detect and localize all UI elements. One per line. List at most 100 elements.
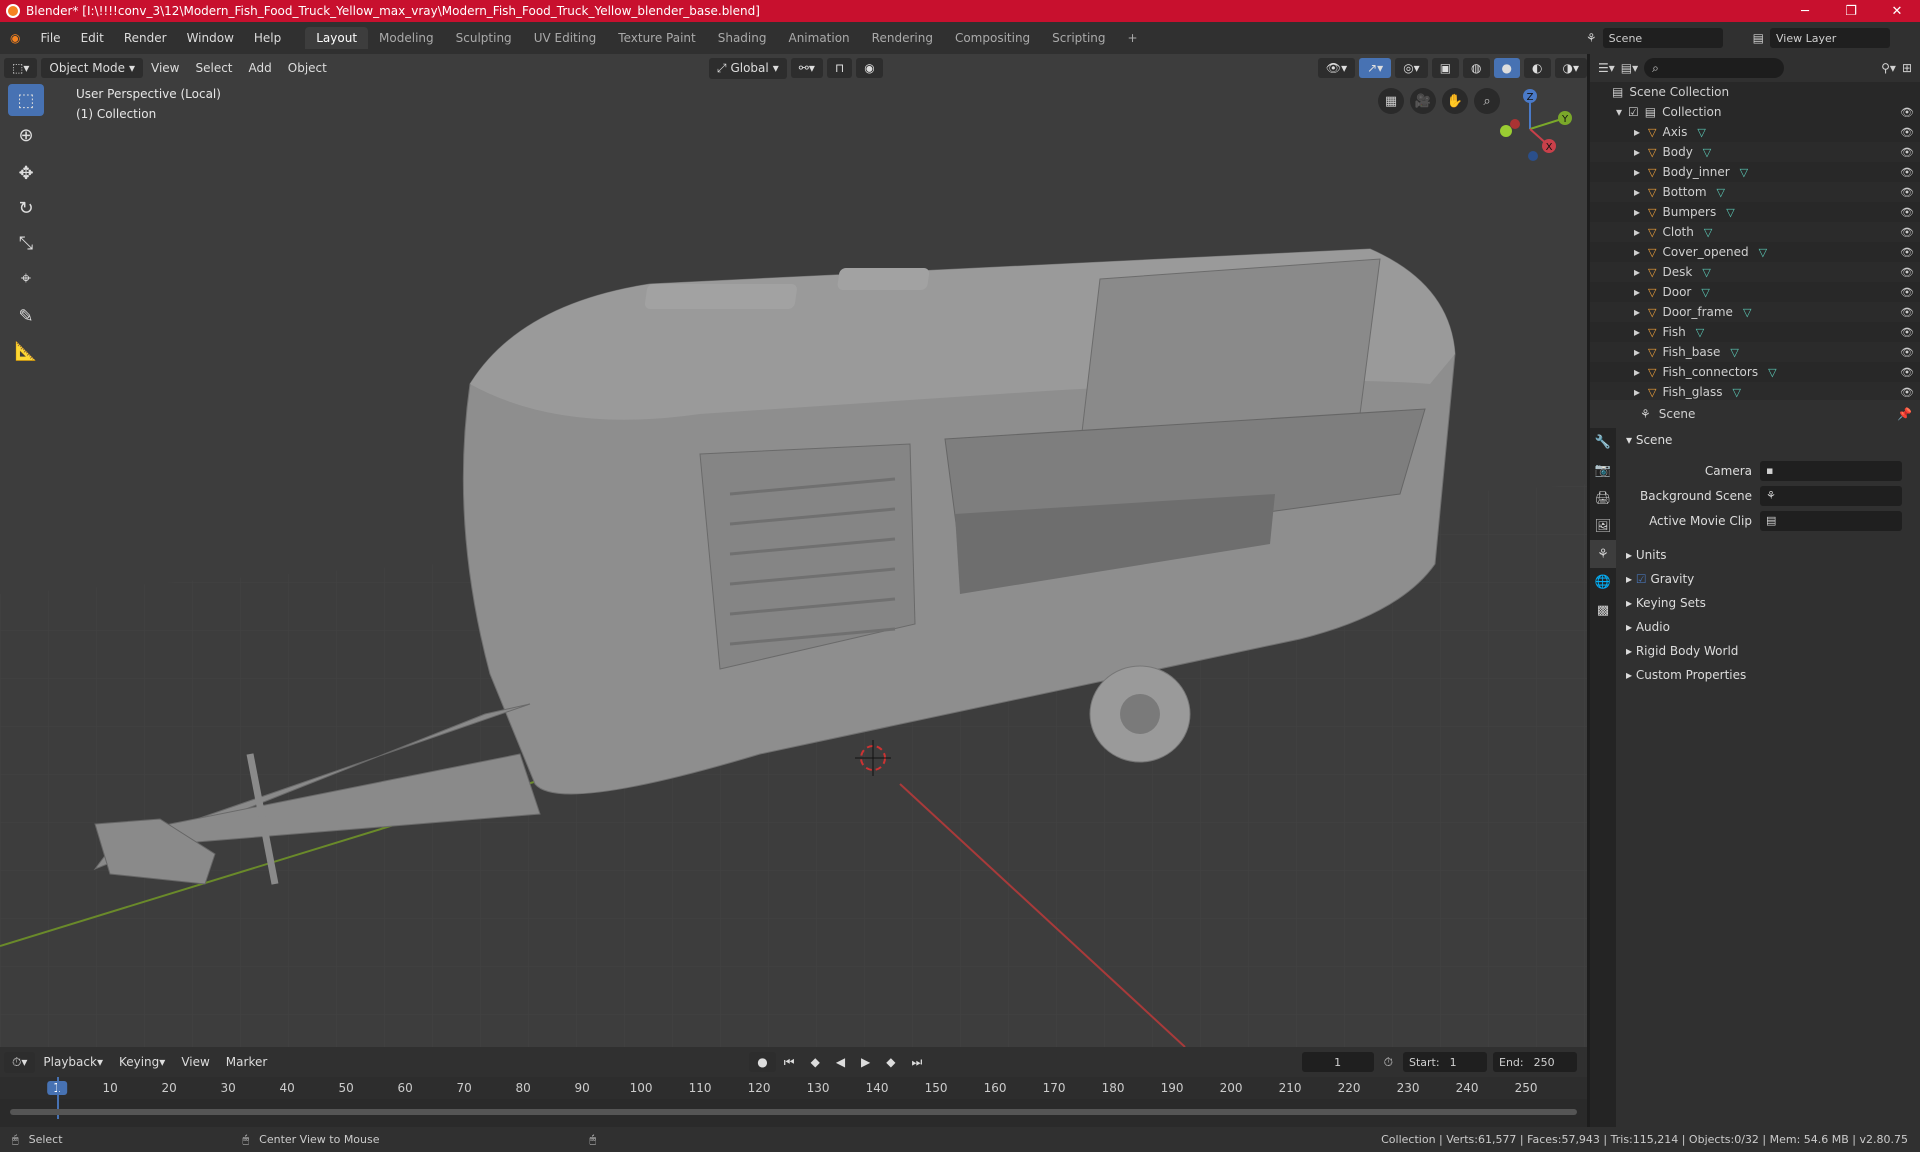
tab-shading[interactable]: Shading [707, 27, 778, 49]
menu-playback[interactable]: Playback▾ [35, 1055, 111, 1069]
texture-tab-icon[interactable]: ▩ [1590, 596, 1616, 624]
tab-uv-editing[interactable]: UV Editing [523, 27, 608, 49]
editor-type-icon[interactable]: ⬚▾ [4, 58, 38, 78]
world-tab-icon[interactable]: 🌐 [1590, 568, 1616, 596]
shading-material-icon[interactable]: ◐ [1524, 58, 1551, 78]
new-collection-icon[interactable]: ⊞ [1902, 61, 1912, 75]
preview-range-icon[interactable]: ⏱ [1384, 1055, 1393, 1070]
menu-view[interactable]: View [143, 61, 187, 75]
expand-icon[interactable]: ▸ [1634, 305, 1640, 319]
cursor-tool-icon[interactable]: ⊕ [8, 119, 44, 151]
eye-icon[interactable]: 👁 [1900, 186, 1914, 199]
checkbox-icon[interactable]: ☑ [1628, 105, 1639, 119]
timeline-editor-icon[interactable]: ⏱▾ [4, 1051, 36, 1073]
eye-icon[interactable]: 👁 [1900, 206, 1914, 219]
shading-wireframe-icon[interactable]: ◍ [1463, 58, 1490, 78]
eye-icon[interactable]: 👁 [1900, 266, 1914, 279]
tab-modeling[interactable]: Modeling [368, 27, 445, 49]
audio-section[interactable]: ▸ Audio [1618, 615, 1920, 639]
frame-end-field[interactable]: End: 250 [1493, 1052, 1577, 1072]
active-movie-clip-field[interactable]: ▤ [1760, 510, 1902, 531]
menu-marker[interactable]: Marker [218, 1055, 275, 1069]
expand-icon[interactable]: ▸ [1634, 185, 1640, 199]
mesh-data-icon[interactable]: ▽ [1726, 206, 1734, 219]
scene-collection-row[interactable]: ▤ Scene Collection [1590, 82, 1920, 102]
expand-icon[interactable]: ▸ [1634, 385, 1640, 399]
outliner-object-row[interactable]: ▸ ▽ Fish_base ▽ 👁 [1590, 342, 1920, 362]
scene-section-header[interactable]: ▾ Scene [1618, 428, 1920, 452]
proportional-editing-icon[interactable]: ◉ [856, 58, 883, 78]
expand-icon[interactable]: ▸ [1634, 365, 1640, 379]
mesh-data-icon[interactable]: ▽ [1740, 166, 1748, 179]
add-workspace-icon[interactable]: + [1117, 27, 1149, 49]
eye-icon[interactable]: 👁 [1900, 346, 1914, 359]
outliner-object-row[interactable]: ▸ ▽ Body_inner ▽ 👁 [1590, 162, 1920, 182]
annotate-tool-icon[interactable]: ✎ [8, 300, 44, 332]
mesh-data-icon[interactable]: ▽ [1696, 326, 1704, 339]
frame-start-field[interactable]: Start: 1 [1403, 1052, 1487, 1072]
pin-icon[interactable]: 📌 [1897, 407, 1912, 421]
mesh-data-icon[interactable]: ▽ [1704, 226, 1712, 239]
render-tab-icon[interactable]: 📷 [1590, 456, 1616, 484]
outliner-editor-icon[interactable]: ☰▾ [1598, 61, 1615, 75]
select-box-tool-icon[interactable]: ⬚ [8, 84, 44, 116]
output-tab-icon[interactable]: 🖨 [1590, 484, 1616, 512]
jump-start-icon[interactable]: ⏮ [776, 1055, 803, 1070]
eye-icon[interactable]: 👁 [1900, 306, 1914, 319]
expand-icon[interactable]: ▸ [1634, 165, 1640, 179]
camera-field[interactable]: ▪ [1760, 460, 1902, 481]
shading-rendered-icon[interactable]: ◑▾ [1554, 58, 1587, 78]
menu-help[interactable]: Help [244, 31, 291, 45]
view-layer-selector[interactable]: View Layer [1770, 28, 1890, 48]
outliner-object-row[interactable]: ▸ ▽ Fish_glass ▽ 👁 [1590, 382, 1920, 402]
view-layer-icon[interactable]: ▤ [1753, 31, 1764, 45]
mesh-data-icon[interactable]: ▽ [1703, 146, 1711, 159]
outliner-object-row[interactable]: ▸ ▽ Fish ▽ 👁 [1590, 322, 1920, 342]
eye-icon[interactable]: 👁 [1900, 166, 1914, 179]
tab-compositing[interactable]: Compositing [944, 27, 1041, 49]
prev-keyframe-icon[interactable]: ◆ [803, 1055, 828, 1069]
eye-icon[interactable]: 👁 [1900, 146, 1914, 159]
move-tool-icon[interactable]: ✥ [8, 157, 44, 189]
tab-scripting[interactable]: Scripting [1041, 27, 1116, 49]
view-layer-tab-icon[interactable]: 🖼 [1590, 512, 1616, 540]
expand-icon[interactable]: ▸ [1634, 245, 1640, 259]
units-section[interactable]: ▸ Units [1618, 543, 1920, 567]
gravity-checkbox-icon[interactable]: ☑ [1636, 572, 1647, 586]
eye-icon[interactable]: 👁 [1900, 246, 1914, 259]
scene-tab-icon[interactable]: ⚘ [1590, 540, 1616, 568]
pivot-icon[interactable]: ⚯▾ [790, 58, 823, 78]
expand-icon[interactable]: ▸ [1634, 145, 1640, 159]
tab-animation[interactable]: Animation [777, 27, 860, 49]
menu-timeline-view[interactable]: View [173, 1055, 217, 1069]
keying-sets-section[interactable]: ▸ Keying Sets [1618, 591, 1920, 615]
jump-end-icon[interactable]: ⏭ [904, 1055, 931, 1070]
expand-icon[interactable]: ▸ [1634, 325, 1640, 339]
gizmo-toggle-icon[interactable]: ↗▾ [1359, 58, 1392, 78]
blender-menu-icon[interactable]: ◉ [0, 31, 30, 45]
mesh-data-icon[interactable]: ▽ [1717, 186, 1725, 199]
tab-layout[interactable]: Layout [305, 27, 369, 49]
eye-icon[interactable]: 👁 [1900, 106, 1914, 119]
timeline-scrollbar[interactable] [10, 1109, 1577, 1115]
mesh-data-icon[interactable]: ▽ [1768, 366, 1776, 379]
rotate-tool-icon[interactable]: ↻ [8, 192, 44, 224]
camera-view-icon[interactable]: 🎥 [1410, 88, 1436, 114]
outliner-object-row[interactable]: ▸ ▽ Fish_connectors ▽ 👁 [1590, 362, 1920, 382]
timeline-track[interactable] [0, 1077, 1587, 1119]
measure-tool-icon[interactable]: 📐 [8, 335, 44, 367]
display-mode-icon[interactable]: ▤▾ [1621, 61, 1638, 75]
outliner-search-input[interactable]: ⌕ [1644, 58, 1785, 78]
close-icon[interactable]: ✕ [1874, 4, 1920, 19]
minimize-icon[interactable]: ─ [1782, 4, 1828, 19]
navigation-gizmo[interactable]: Z Y X [1485, 84, 1575, 174]
outliner-object-row[interactable]: ▸ ▽ Bottom ▽ 👁 [1590, 182, 1920, 202]
3d-viewport[interactable] [0, 54, 1587, 1047]
transform-tool-icon[interactable]: ⌖ [8, 262, 44, 294]
outliner-object-row[interactable]: ▸ ▽ Cloth ▽ 👁 [1590, 222, 1920, 242]
tab-rendering[interactable]: Rendering [861, 27, 944, 49]
mesh-data-icon[interactable]: ▽ [1759, 246, 1767, 259]
play-reverse-icon[interactable]: ◀ [828, 1055, 853, 1069]
eye-icon[interactable]: 👁 [1900, 386, 1914, 399]
pan-hand-icon[interactable]: ✋ [1442, 88, 1468, 114]
